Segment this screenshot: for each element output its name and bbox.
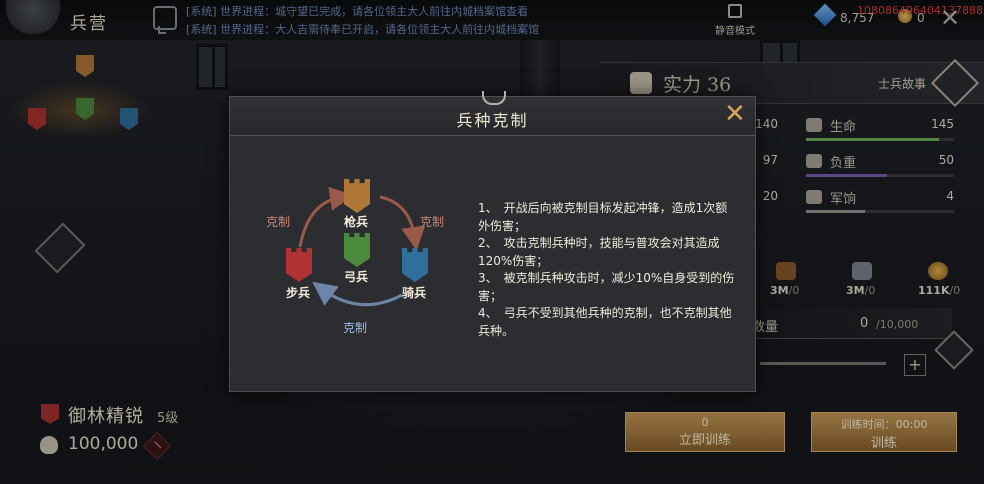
counter-label: 克制: [420, 215, 445, 229]
rule-text: 4、 弓兵不受到其他兵种的克制，也不克制其他兵种。: [478, 306, 732, 338]
arrow-cavalry-to-infantry: [312, 281, 403, 307]
arrow-infantry-to-spear: [298, 186, 354, 248]
counter-dialog: 兵种克制 ✕ 枪兵 弓兵 骑兵 步兵 克制 克制 克制 1、 开战后向被克制目标…: [229, 91, 756, 392]
cavalry-label: 骑兵: [402, 286, 427, 300]
infantry-label: 步兵: [286, 286, 311, 300]
rule-text: 3、 被克制兵种攻击时，减少10%自身受到的伤害；: [478, 271, 735, 303]
rule-text: 2、 攻击克制兵种时，技能与普攻会对其造成120%伤害；: [478, 236, 720, 268]
arrow-spear-to-cavalry: [379, 195, 426, 251]
spearman-label: 枪兵: [344, 215, 369, 229]
rule-text: 1、 开战后向被克制目标发起冲锋，造成1次额外伤害；: [478, 201, 728, 233]
counter-label: 克制: [266, 215, 291, 229]
counter-label: 克制: [343, 321, 368, 335]
archer-label: 弓兵: [344, 270, 369, 284]
